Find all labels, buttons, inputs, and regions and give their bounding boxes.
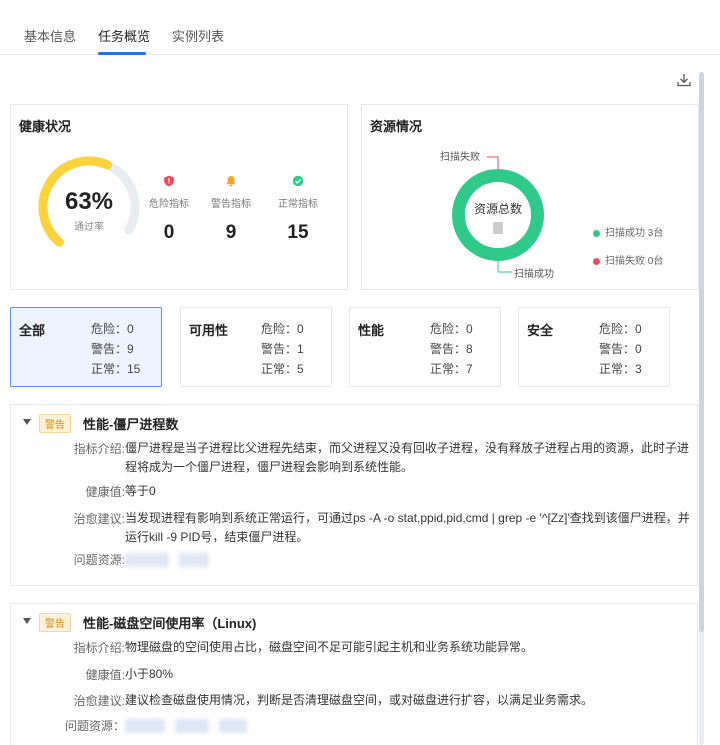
category-danger: 危险：0 [91, 322, 134, 336]
resource-link[interactable] [219, 718, 247, 733]
resource-label: 问题资源: [73, 553, 125, 567]
category-warning: 警告：8 [430, 342, 473, 356]
category-name: 全部 [19, 323, 46, 338]
resource-links [125, 550, 693, 569]
advice-text: 当发现进程有影响到系统正常运行，可通过ps -A -o stat,ppid,pi… [125, 511, 690, 544]
category-warning: 警告：1 [261, 342, 304, 356]
category-danger: 危险：0 [599, 322, 642, 336]
warning-tag: 警告 [39, 613, 71, 632]
category-normal: 正常：3 [599, 362, 642, 376]
legend-dot-success [593, 229, 600, 237]
bell-icon [226, 176, 236, 187]
resource-link[interactable] [175, 718, 209, 733]
health-value-text: 小于80% [125, 667, 174, 681]
issue-title: 性能-僵尸进程数 [83, 417, 179, 432]
category-name: 可用性 [189, 323, 229, 338]
pass-rate-caption: 通过率 [74, 222, 104, 233]
metric-warning: 警告指标 9 [201, 175, 261, 244]
legend-scan-success: 扫描成功 3台 [593, 224, 663, 239]
health-title: 健康状况 [19, 119, 72, 134]
metric-normal: 正常指标 15 [268, 175, 328, 244]
warning-tag: 警告 [39, 414, 71, 433]
metric-normal-value: 15 [287, 222, 309, 243]
health-value-text: 等于0 [125, 484, 156, 498]
tab-task-overview[interactable]: 任务概览 [98, 26, 150, 45]
intro-label: 指标介绍: [73, 641, 125, 655]
resource-label: 问题资源： [64, 719, 125, 733]
pass-rate-value: 63% [64, 188, 114, 215]
tab-instance-list[interactable]: 实例列表 [172, 26, 224, 45]
category-normal: 正常：5 [261, 362, 304, 376]
resource-link[interactable] [179, 552, 209, 567]
collapse-toggle[interactable] [23, 419, 31, 425]
category-availability[interactable]: 可用性 危险：0 警告：1 正常：5 [180, 307, 332, 387]
intro-text: 物理磁盘的空间使用占比，磁盘空间不足可能引起主机和业务系统功能异常。 [125, 640, 534, 654]
category-warning: 警告：0 [599, 342, 642, 356]
download-icon[interactable] [676, 72, 692, 88]
category-name: 安全 [527, 323, 554, 338]
category-danger: 危险：0 [261, 322, 304, 336]
health-value-label: 健康值: [85, 668, 125, 682]
check-circle-icon [292, 175, 304, 187]
category-security[interactable]: 安全 危险：0 警告：0 正常：3 [518, 307, 670, 387]
health-value-label: 健康值: [85, 485, 125, 499]
metric-danger-label: 危险指标 [149, 199, 189, 210]
category-all[interactable]: 全部 危险：0 警告：9 正常：15 [10, 307, 162, 387]
resource-link[interactable] [125, 552, 169, 567]
tab-basic-info[interactable]: 基本信息 [24, 26, 76, 45]
tab-bar: 基本信息 任务概览 实例列表 [0, 0, 720, 55]
category-warning: 警告：9 [91, 342, 134, 356]
advice-label: 治愈建议: [73, 512, 125, 526]
advice-label: 治愈建议: [73, 694, 125, 708]
resource-card: 资源情况 资源总数 扫描失败 扫描成功 扫描成功 3台 扫描失败 0台 [361, 104, 699, 290]
issue-title: 性能-磁盘空间使用率（Linux) [83, 616, 257, 631]
issue-card: 警告 性能-僵尸进程数 指标介绍: 僵尸进程是当子进程比父进程先结束，而父进程又… [10, 404, 698, 586]
collapse-toggle[interactable] [23, 618, 31, 624]
resource-links [125, 716, 693, 735]
metric-danger-value: 0 [163, 222, 175, 243]
advice-text: 建议检查磁盘使用情况，判断是否清理磁盘空间，或对磁盘进行扩容，以满足业务需求。 [125, 693, 594, 707]
issue-card: 警告 性能-磁盘空间使用率（Linux) 指标介绍: 物理磁盘的空间使用占比，磁… [10, 603, 698, 745]
legend-dot-fail [593, 257, 600, 265]
category-danger: 危险：0 [430, 322, 473, 336]
intro-label: 指标介绍: [73, 442, 125, 456]
metric-danger: 危险指标 0 [139, 175, 199, 244]
health-card: 健康状况 63% 通过率 危险指标 0 警告指标 9 正常指标 15 [10, 104, 348, 290]
metric-warning-label: 警告指标 [211, 199, 251, 210]
metric-normal-label: 正常指标 [278, 199, 318, 210]
category-performance[interactable]: 性能 危险：0 警告：8 正常：7 [349, 307, 501, 387]
legend-scan-fail: 扫描失败 0台 [593, 252, 663, 267]
callout-scan-fail: 扫描失败 [440, 152, 480, 163]
active-tab-indicator [98, 52, 146, 55]
category-normal: 正常：7 [430, 362, 473, 376]
resource-link[interactable] [125, 718, 165, 733]
intro-text: 僵尸进程是当子进程比父进程先结束，而父进程又没有回收子进程，没有释放子进程占用的… [125, 441, 690, 474]
metric-warning-value: 9 [225, 222, 237, 243]
category-name: 性能 [358, 323, 385, 338]
category-normal: 正常：15 [91, 362, 141, 376]
shield-alert-icon [164, 175, 174, 187]
callout-scan-success: 扫描成功 [514, 269, 554, 280]
